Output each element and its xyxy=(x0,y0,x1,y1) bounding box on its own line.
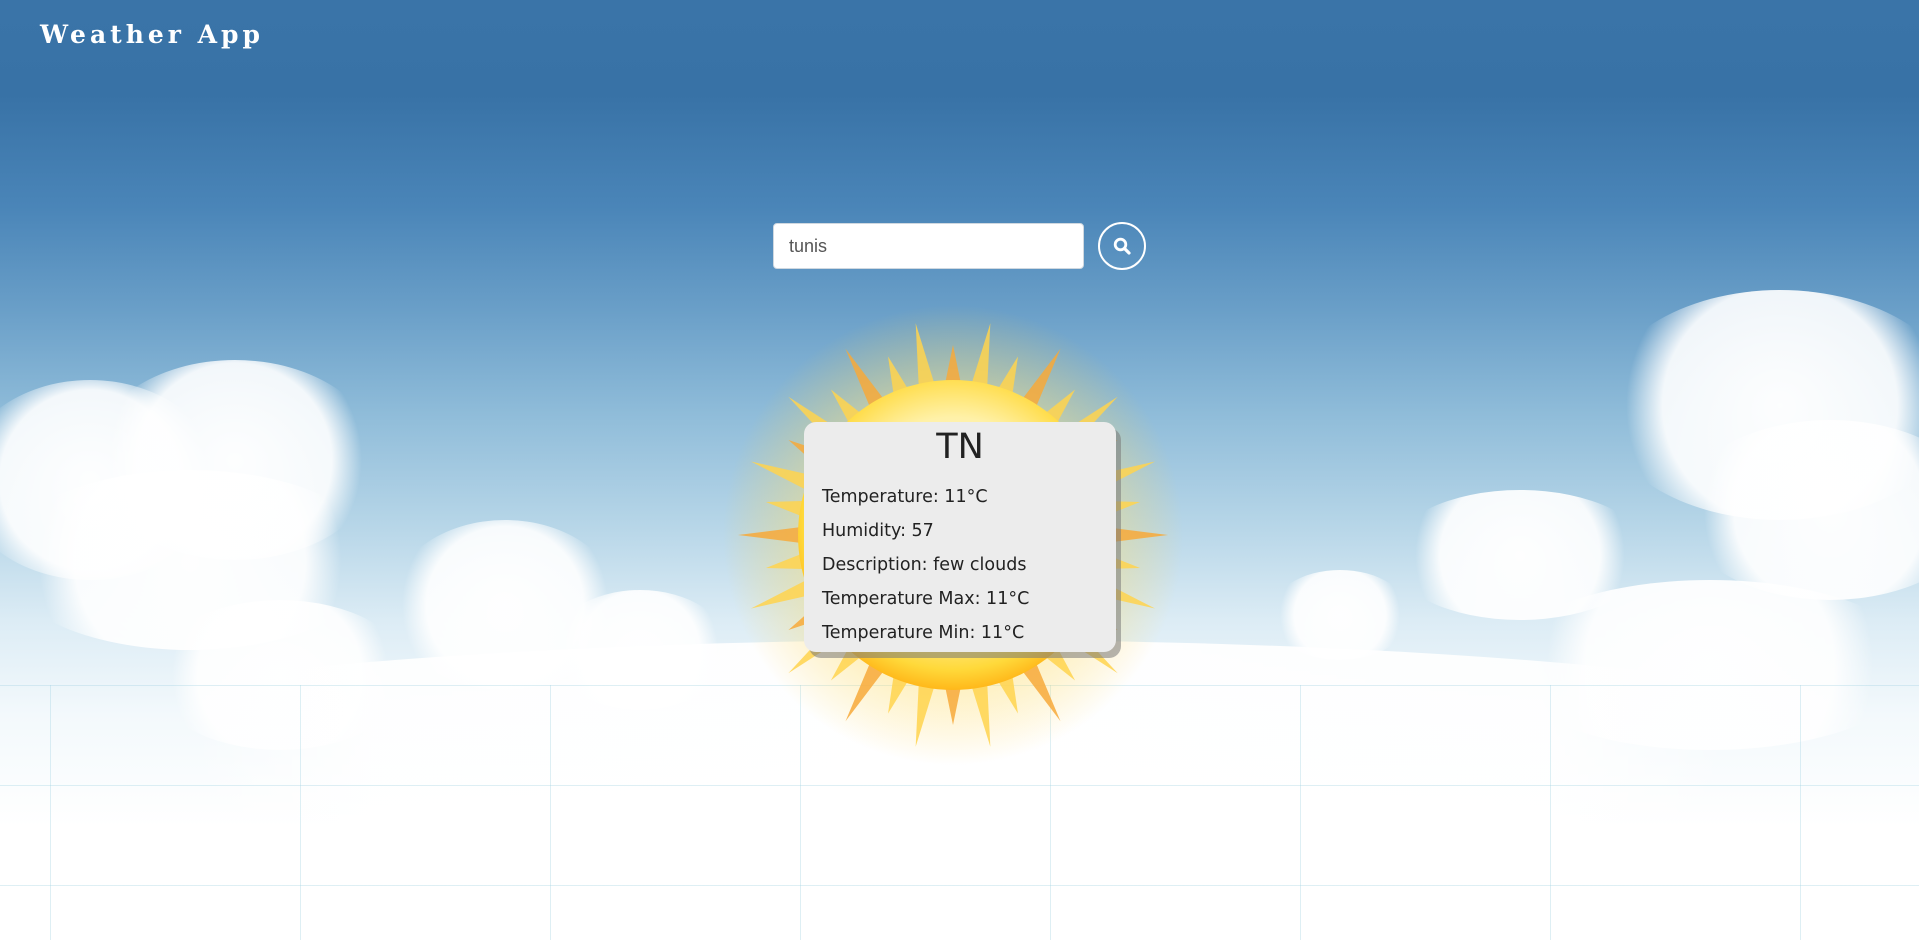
weather-card: TN Temperature: 11°C Humidity: 57 Descri… xyxy=(804,422,1116,652)
humidity-text: Humidity: 57 xyxy=(822,521,934,541)
temperature-text: Temperature: 11°C xyxy=(822,487,988,507)
description-text: Description: few clouds xyxy=(822,555,1027,575)
search-icon xyxy=(1113,237,1131,255)
temperature-min-text: Temperature Min: 11°C xyxy=(822,623,1025,643)
search-bar xyxy=(773,222,1146,270)
temperature-max-text: Temperature Max: 11°C xyxy=(822,589,1030,609)
app-title: Weather App xyxy=(40,20,265,49)
search-button[interactable] xyxy=(1098,222,1146,270)
country-code: TN xyxy=(936,427,984,467)
search-input[interactable] xyxy=(773,223,1084,269)
